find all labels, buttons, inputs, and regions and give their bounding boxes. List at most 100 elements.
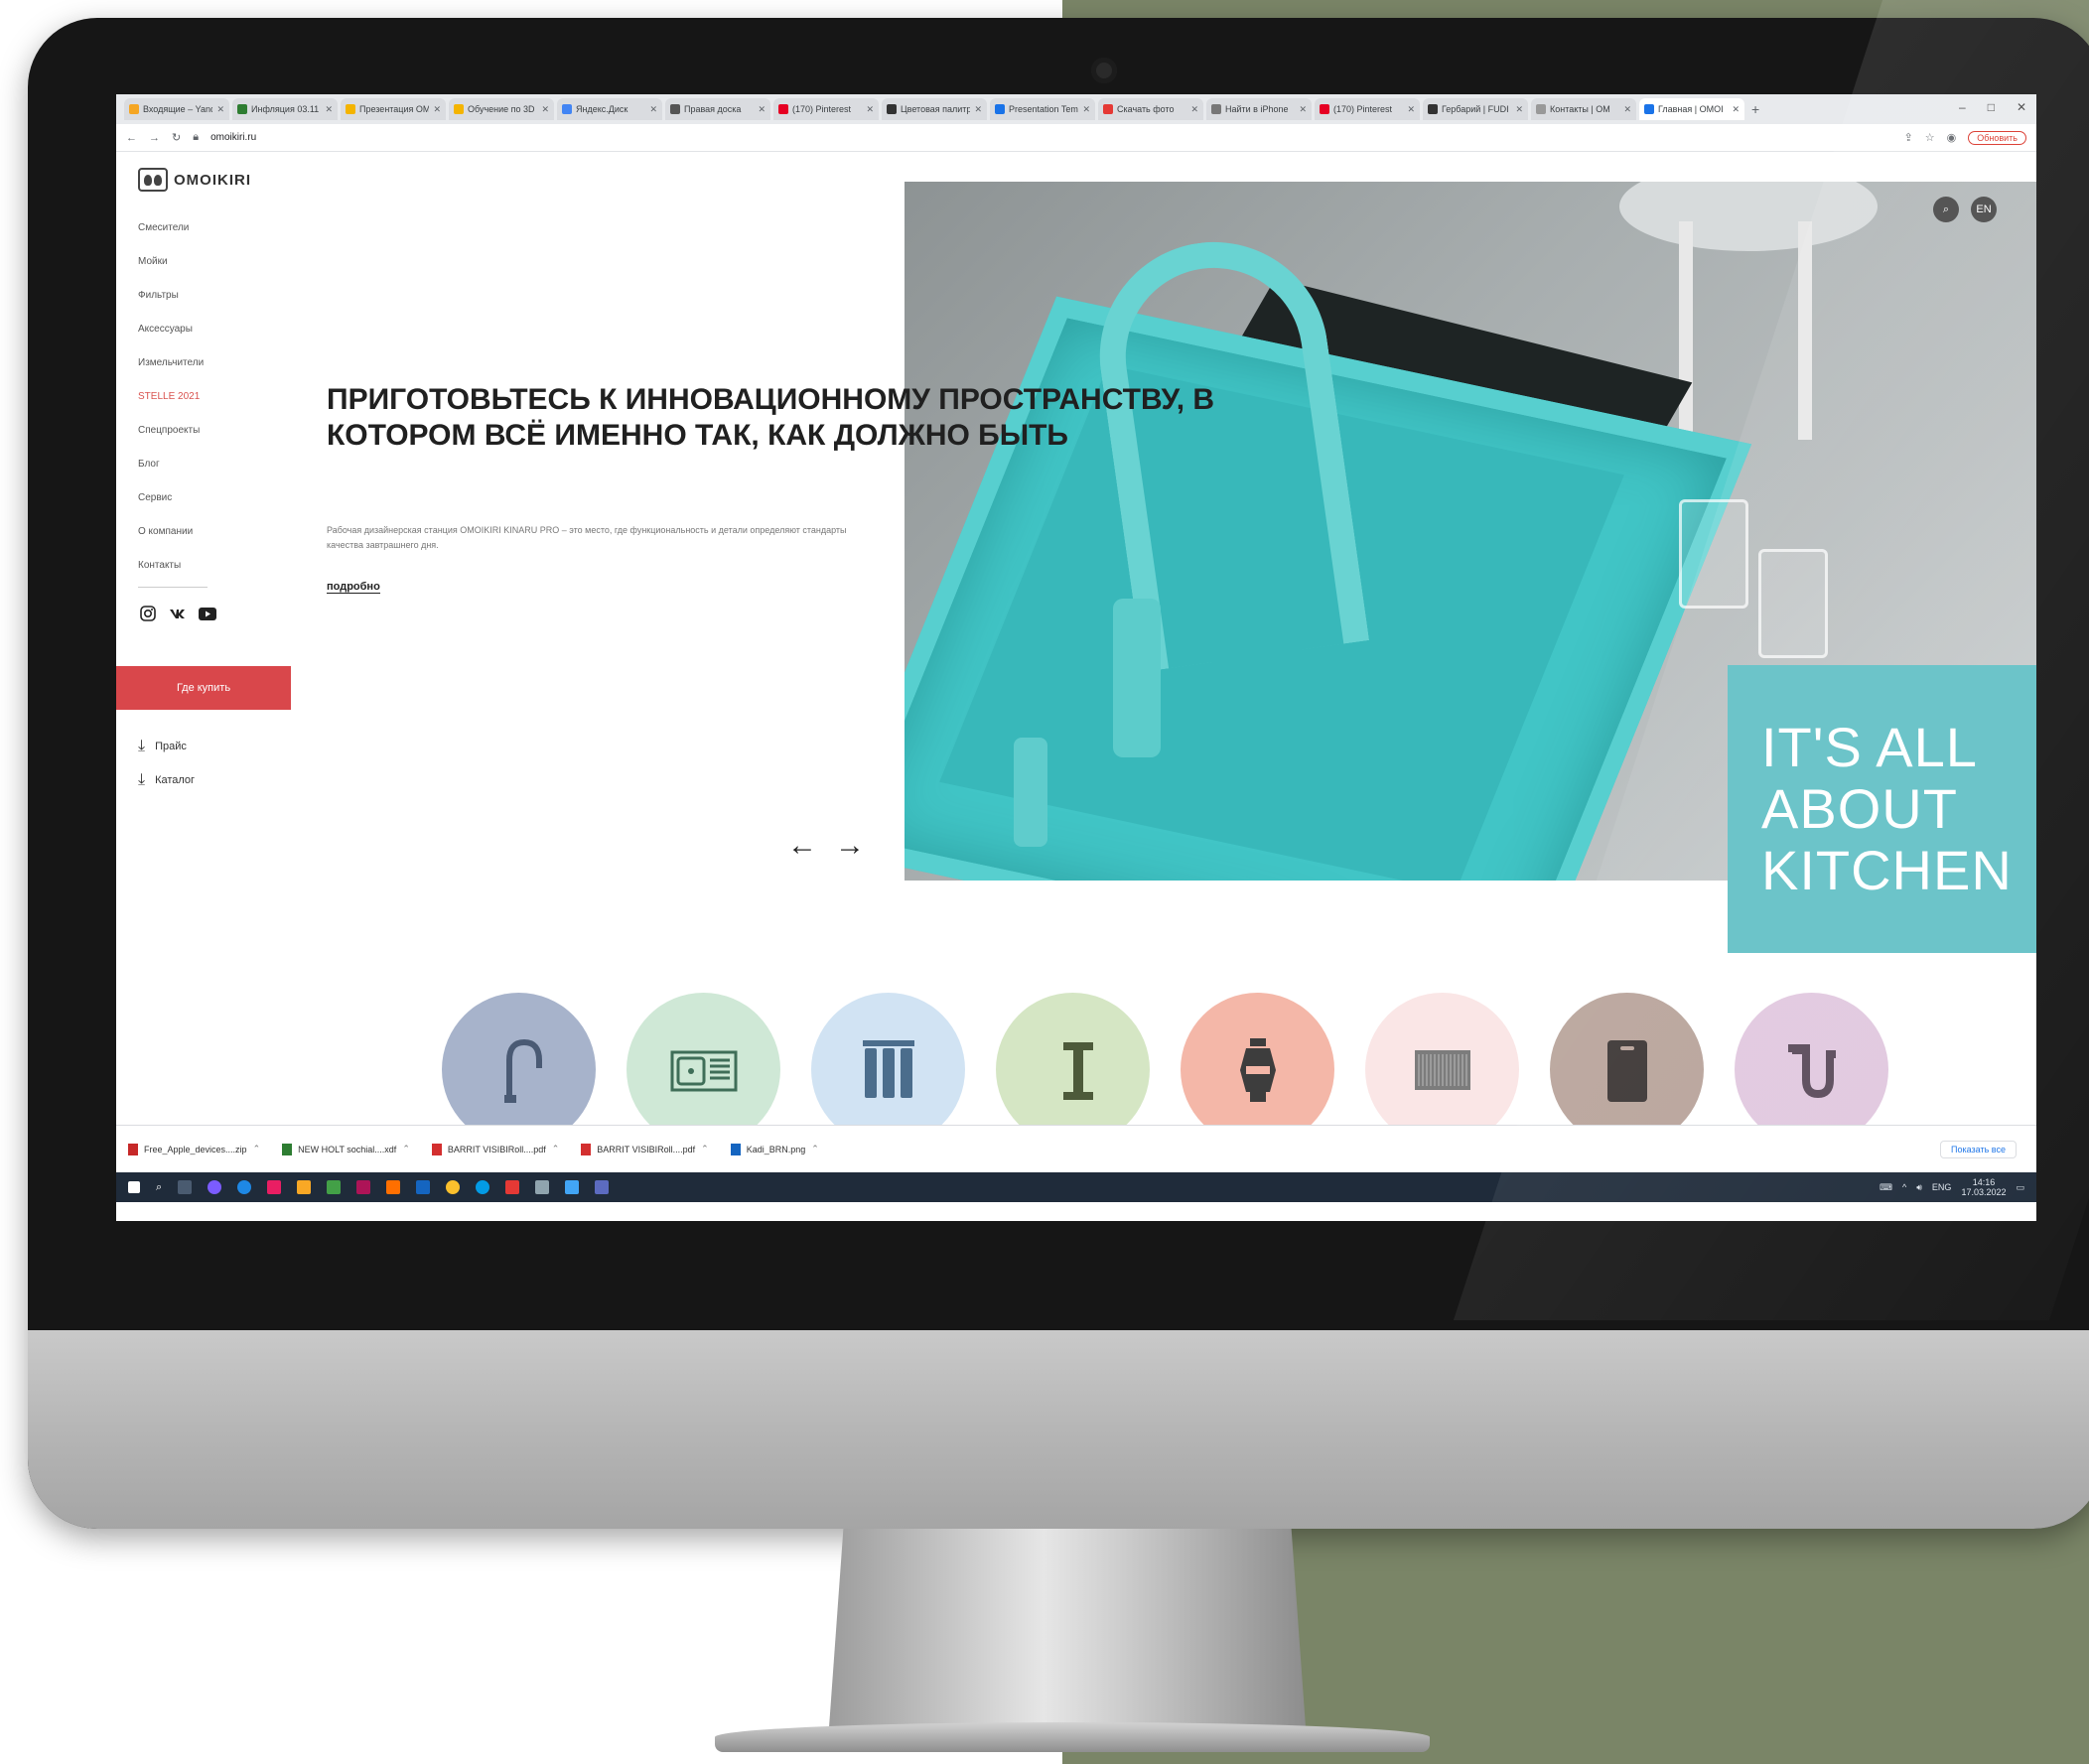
more-link[interactable]: подробно [327, 581, 380, 594]
browser-tab[interactable]: (170) Pinterest ✕ [773, 98, 879, 120]
nav-item[interactable]: Спецпроекты [138, 414, 204, 448]
notification-icon[interactable]: ▭ [2016, 1182, 2024, 1193]
category-sinks[interactable] [627, 993, 780, 1147]
youtube-icon[interactable] [198, 604, 217, 623]
tray-language[interactable]: ENG [1932, 1182, 1952, 1192]
show-all-downloads-button[interactable]: Показать все [1940, 1140, 2017, 1158]
tab-close-icon[interactable]: ✕ [758, 104, 766, 115]
download-item[interactable]: Free_Apple_devices....zip ⌃ [128, 1143, 261, 1155]
chevron-up-icon[interactable]: ⌃ [811, 1144, 819, 1154]
category-faucets[interactable] [442, 993, 596, 1147]
app-icon[interactable] [535, 1180, 550, 1194]
app-icon[interactable] [595, 1180, 610, 1194]
tray-expand-icon[interactable]: ^ [1902, 1182, 1906, 1192]
back-icon[interactable]: ← [126, 132, 137, 144]
nav-item[interactable]: О компании [138, 515, 204, 549]
skype-icon[interactable] [476, 1180, 490, 1194]
nav-item[interactable]: Аксессуары [138, 313, 204, 346]
tab-close-icon[interactable]: ✕ [649, 104, 657, 115]
category-dispensers[interactable] [996, 993, 1150, 1147]
chevron-up-icon[interactable]: ⌃ [253, 1144, 261, 1154]
tab-close-icon[interactable]: ✕ [1299, 104, 1307, 115]
category-disposers[interactable] [1181, 993, 1334, 1147]
search-icon[interactable]: ⌕ [1933, 197, 1959, 222]
browser-tab[interactable]: Гербарий | FUDI ✕ [1423, 98, 1528, 120]
tab-close-icon[interactable]: ✕ [541, 104, 549, 115]
nav-item[interactable]: Блог [138, 448, 204, 481]
tab-close-icon[interactable]: ✕ [1732, 104, 1740, 115]
price-download-link[interactable]: ⤓ Прайс [138, 738, 187, 755]
category-mats[interactable] [1365, 993, 1519, 1147]
app-icon[interactable] [356, 1180, 371, 1194]
browser-tab[interactable]: Контакты | ОМ ✕ [1531, 98, 1636, 120]
tab-close-icon[interactable]: ✕ [1082, 104, 1090, 115]
star-icon[interactable]: ☆ [1925, 131, 1935, 144]
chevron-up-icon[interactable]: ⌃ [701, 1144, 709, 1154]
browser-tab[interactable]: Правая доска ✕ [665, 98, 770, 120]
illustrator-icon[interactable] [386, 1180, 401, 1194]
app-icon[interactable] [327, 1180, 342, 1194]
tab-close-icon[interactable]: ✕ [1190, 104, 1198, 115]
minimize-button[interactable]: – [1959, 100, 1966, 114]
update-button[interactable]: Обновить [1968, 130, 2026, 145]
windows-start-icon[interactable] [128, 1181, 140, 1193]
browser-tab[interactable]: Яндекс.Диск ✕ [557, 98, 662, 120]
vk-icon[interactable] [168, 604, 188, 623]
chevron-up-icon[interactable]: ⌃ [552, 1144, 560, 1154]
browser-tab[interactable]: Скачать фото ✕ [1098, 98, 1203, 120]
prev-arrow-icon[interactable]: ← [787, 829, 817, 863]
app-icon[interactable] [565, 1180, 580, 1194]
maximize-button[interactable]: □ [1988, 100, 1995, 114]
browser-tab[interactable]: (170) Pinterest ✕ [1315, 98, 1420, 120]
category-siphons[interactable] [1735, 993, 1888, 1147]
browser-tab[interactable]: Обучение по 3D ✕ [449, 98, 554, 120]
profile-icon[interactable]: ◉ [1947, 131, 1957, 144]
search-icon[interactable]: ⌕ [156, 1181, 162, 1194]
tab-close-icon[interactable]: ✕ [1515, 104, 1523, 115]
app-icon[interactable] [267, 1180, 282, 1194]
nav-item[interactable]: Смесители [138, 211, 204, 245]
browser-tab[interactable]: Инфляция 03.11 ✕ [232, 98, 338, 120]
app-icon[interactable] [208, 1180, 222, 1194]
app-icon[interactable] [505, 1180, 520, 1194]
tab-close-icon[interactable]: ✕ [325, 104, 333, 115]
nav-item[interactable]: Фильтры [138, 279, 204, 313]
catalog-download-link[interactable]: ⤓ Каталог [138, 771, 195, 789]
tab-close-icon[interactable]: ✕ [1623, 104, 1631, 115]
browser-tab[interactable]: Презентация ОМ ✕ [341, 98, 446, 120]
where-to-buy-button[interactable]: Где купить [116, 666, 291, 710]
next-arrow-icon[interactable]: → [835, 829, 865, 863]
keyboard-icon[interactable]: ⌨ [1880, 1182, 1892, 1193]
browser-tab[interactable]: Presentation Template ✕ [990, 98, 1095, 120]
nav-item[interactable]: Контакты [138, 549, 204, 583]
new-tab-button[interactable]: + [1751, 101, 1759, 117]
edge-icon[interactable] [237, 1180, 252, 1194]
category-cutting-boards[interactable] [1550, 993, 1704, 1147]
nav-item[interactable]: Измельчители [138, 346, 204, 380]
nav-item[interactable]: STELLE 2021 [138, 380, 204, 414]
explorer-icon[interactable] [297, 1180, 312, 1194]
download-item[interactable]: BARRIT VISIBIRoll....pdf ⌃ [581, 1143, 709, 1155]
nav-item[interactable]: Мойки [138, 245, 204, 279]
share-icon[interactable]: ⇪ [1904, 131, 1913, 144]
browser-tab[interactable]: Входящие – Yandex ✕ [124, 98, 229, 120]
task-view-icon[interactable] [178, 1180, 193, 1194]
instagram-icon[interactable] [138, 604, 158, 623]
chrome-icon[interactable] [446, 1180, 461, 1194]
tab-close-icon[interactable]: ✕ [216, 104, 224, 115]
download-item[interactable]: NEW HOLT sochial....xdf ⌃ [282, 1143, 410, 1155]
close-button[interactable]: ✕ [2017, 100, 2026, 114]
nav-item[interactable]: Сервис [138, 481, 204, 515]
browser-tab[interactable]: Главная | OMOI ✕ [1639, 98, 1744, 120]
download-item[interactable]: BARRIT VISIBIRoll....pdf ⌃ [431, 1143, 560, 1155]
browser-tab[interactable]: Найти в iPhone ✕ [1206, 98, 1312, 120]
chevron-up-icon[interactable]: ⌃ [402, 1144, 410, 1154]
tab-close-icon[interactable]: ✕ [433, 104, 441, 115]
reload-icon[interactable]: ↻ [172, 131, 181, 144]
logo[interactable]: OMOIKIRI [138, 168, 251, 192]
download-item[interactable]: Kadi_BRN.png ⌃ [730, 1143, 819, 1155]
photoshop-icon[interactable] [416, 1180, 431, 1194]
browser-tab[interactable]: Цветовая палитра ✕ [882, 98, 987, 120]
volume-icon[interactable]: 🔊︎ [1916, 1182, 1922, 1193]
url-field[interactable]: omoikiri.ru [210, 132, 256, 143]
